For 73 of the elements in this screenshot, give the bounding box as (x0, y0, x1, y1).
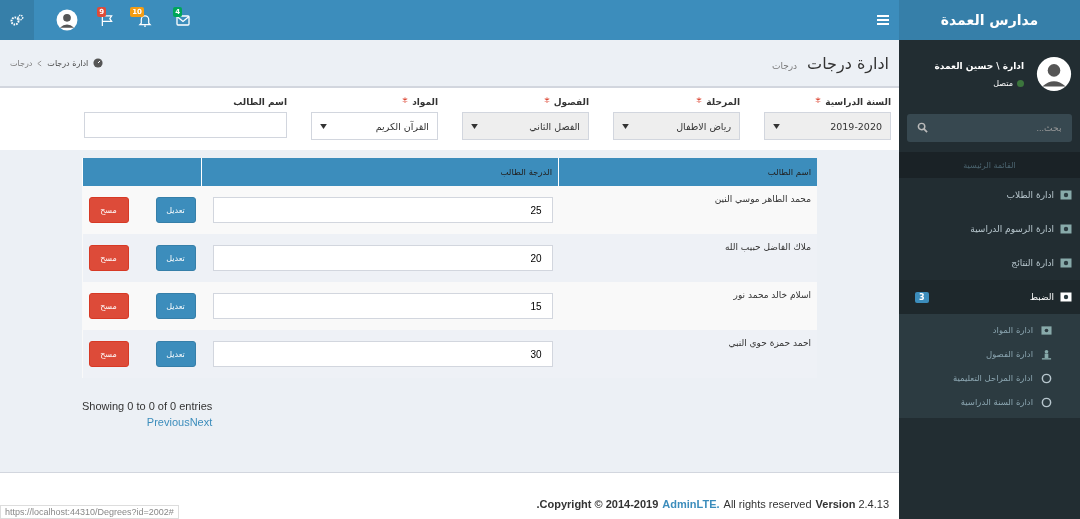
copyright-text: .Copyright © 2014-2019 (536, 498, 659, 510)
envelope-icon[interactable] (176, 13, 190, 27)
page-title: ادارة درجات (807, 53, 889, 73)
grade-field[interactable]: 20 (212, 245, 553, 271)
edit-button[interactable]: تعديل (155, 197, 196, 223)
field-label: اسم الطالب (233, 97, 287, 107)
student-name-field[interactable] (84, 112, 287, 138)
submenu-item[interactable]: ادارة السنة الدراسية (899, 390, 1080, 414)
grade-field[interactable]: 25 (212, 197, 553, 223)
search-field[interactable]: بحث... (907, 114, 1072, 142)
menu-icon[interactable] (877, 15, 889, 25)
menu-header: القائمة الرئيسية (899, 152, 1080, 178)
bell-icon[interactable] (138, 13, 152, 27)
camera-icon (1060, 292, 1072, 302)
circle-icon (1041, 372, 1052, 384)
student-name-cell: محمد الطاهر موسي النين (558, 186, 817, 234)
picture-icon (1060, 258, 1072, 268)
column-header: الدرجة الطالب (201, 158, 559, 186)
dashboard-icon (93, 58, 104, 68)
submenu-item[interactable]: ادارة الفصول (899, 342, 1080, 366)
user-status: متصل (993, 78, 1013, 88)
picture-icon (1060, 190, 1072, 200)
delete-button[interactable]: مسح (88, 197, 129, 223)
menu-item[interactable]: ادارة الطلاب (899, 178, 1080, 212)
edit-button[interactable]: تعديل (155, 341, 196, 367)
page-subtitle: درجات (771, 60, 798, 71)
submenu-item[interactable]: ادارة المواد (899, 318, 1080, 342)
person-icon (1041, 348, 1052, 360)
version-text: Version 2.4.13 (815, 498, 889, 510)
delete-button[interactable]: مسح (88, 245, 129, 271)
settings-button[interactable] (0, 0, 34, 40)
student-name-cell: احمد حمزة حوي النبي (558, 330, 817, 378)
previous-link[interactable]: Previous (146, 416, 190, 428)
brand-title[interactable]: مدارس العمدة (899, 0, 1080, 40)
edit-button[interactable]: تعديل (155, 293, 196, 319)
column-header: اسم الطالب (558, 158, 817, 186)
caret-icon (471, 123, 478, 129)
delete-button[interactable]: مسح (88, 293, 129, 319)
search-icon[interactable] (917, 122, 928, 133)
settings-icon[interactable] (10, 14, 24, 26)
breadcrumb-link[interactable]: درجات (10, 58, 33, 68)
edit-button[interactable]: تعديل (155, 245, 196, 271)
avatar-icon (1036, 56, 1072, 92)
student-name-cell: ملاك الفاضل حبيب الله (558, 234, 817, 282)
grade-field[interactable]: 15 (212, 293, 553, 319)
select-field[interactable]: القرآن الكريم (311, 112, 438, 140)
circle-icon (1041, 396, 1052, 408)
adminlte-link[interactable]: AdminLTE. (662, 498, 720, 510)
picture-icon (1041, 324, 1052, 336)
submenu-item[interactable]: ادارة المراحل التعليمية (899, 366, 1080, 390)
count-badge: 3 (915, 291, 929, 303)
next-link[interactable]: Next (189, 416, 213, 428)
delete-button[interactable]: مسح (88, 341, 129, 367)
field-label: المواد (412, 97, 438, 107)
menu-item[interactable]: ادارة الرسوم الدراسية (899, 212, 1080, 246)
chevron-icon (37, 59, 43, 67)
user-name: ادارة \ حسين العمدة (934, 60, 1024, 71)
field-label: الفصول (553, 97, 589, 107)
avatar-icon[interactable] (56, 9, 78, 31)
student-name-cell: اسلام خالد محمد نور (558, 282, 817, 330)
menu-item[interactable]: ادارة النتائج (899, 246, 1080, 280)
caret-icon (622, 123, 629, 129)
picture-icon (1060, 224, 1072, 234)
rights-text: All rights reserved (723, 498, 812, 510)
grade-field[interactable]: 30 (212, 341, 553, 367)
entries-info: Showing 0 to 0 of 0 entries (82, 400, 213, 412)
flag-icon[interactable] (100, 13, 114, 27)
breadcrumb-link[interactable]: ادارة درجات (47, 58, 89, 68)
caret-icon (320, 123, 327, 129)
field-label: المرحلة (706, 97, 740, 107)
status-url: https://localhost:44310/Degrees?id=2002# (0, 505, 179, 519)
caret-icon (773, 123, 780, 129)
field-label: السنة الدراسية (825, 97, 891, 107)
